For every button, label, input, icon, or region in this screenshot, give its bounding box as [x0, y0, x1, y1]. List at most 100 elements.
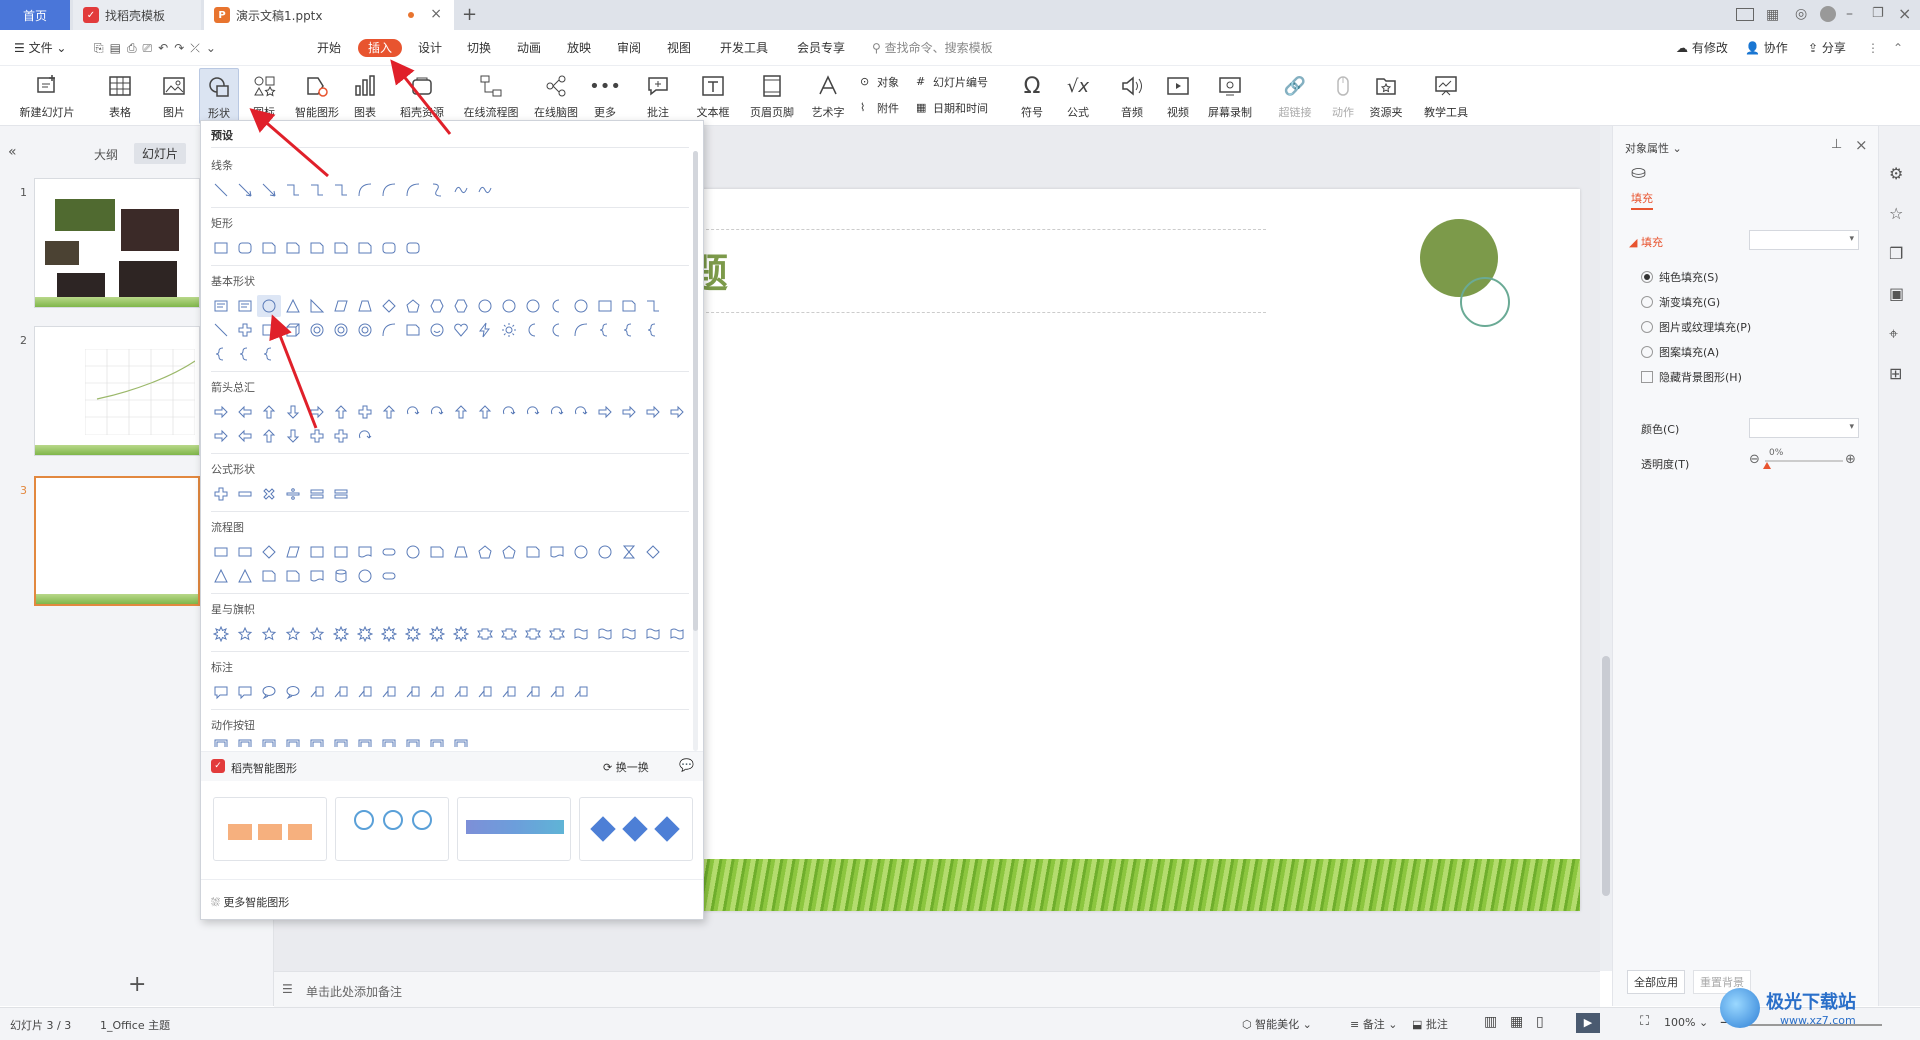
- shape-scribble-icon[interactable]: [449, 179, 473, 201]
- shape-pent-icon[interactable]: [473, 541, 497, 563]
- title-placeholder[interactable]: [686, 229, 1266, 313]
- shape-snip-icon[interactable]: [425, 541, 449, 563]
- shape-snip-icon[interactable]: [305, 237, 329, 259]
- search-box[interactable]: ⚲ 查找命令、搜索模板: [872, 38, 993, 58]
- shape-darrow-icon[interactable]: [281, 401, 305, 423]
- close-panel-icon[interactable]: ×: [1855, 136, 1868, 154]
- shape-rarrow-icon[interactable]: [617, 401, 641, 423]
- image-edit-icon[interactable]: ▣: [1889, 284, 1904, 303]
- shape-ribbon-icon[interactable]: [497, 623, 521, 645]
- audio-button[interactable]: 音频: [1112, 68, 1152, 124]
- shape-cube-icon[interactable]: [281, 319, 305, 341]
- smart-beautify-button[interactable]: ⬡ 智能美化 ⌄: [1242, 1016, 1312, 1032]
- hide-background-checkbox[interactable]: 隐藏背景图形(H): [1641, 369, 1742, 385]
- shape-burst-icon[interactable]: [329, 623, 353, 645]
- shape-uarrow-icon[interactable]: [473, 401, 497, 423]
- shape-oval-icon[interactable]: [521, 295, 545, 317]
- slide-thumbnail-1[interactable]: [34, 178, 200, 308]
- attachment-button[interactable]: ⌇ 附件: [860, 98, 899, 118]
- shape-elbow-icon[interactable]: [305, 179, 329, 201]
- shape-actbtn-icon[interactable]: [209, 735, 233, 747]
- share-button[interactable]: ⇪ 分享: [1808, 38, 1846, 58]
- skin-icon[interactable]: ◎: [1795, 6, 1807, 22]
- color-select[interactable]: ▾: [1749, 418, 1859, 438]
- shape-diamond-icon[interactable]: [257, 541, 281, 563]
- notes-bar[interactable]: ☰ 单击此处添加备注: [274, 971, 1600, 1007]
- slide-thumbnail-3[interactable]: [34, 476, 200, 606]
- reading-view-icon[interactable]: ▯: [1536, 1014, 1544, 1030]
- shape-rarrow-icon[interactable]: [641, 401, 665, 423]
- shape-eq-icon[interactable]: [329, 483, 353, 505]
- shape-rtri-icon[interactable]: [305, 295, 329, 317]
- shape-curve-icon[interactable]: [377, 319, 401, 341]
- collab-button[interactable]: 👤 协作: [1745, 38, 1788, 58]
- shape-flowterm-icon[interactable]: [377, 541, 401, 563]
- picture-button[interactable]: 图片: [154, 68, 194, 124]
- shape-lcall-icon[interactable]: [305, 681, 329, 703]
- header-footer-button[interactable]: 页眉页脚: [746, 68, 798, 124]
- shape-arrowline-icon[interactable]: [257, 179, 281, 201]
- file-menu[interactable]: ☰ 文件 ⌄: [14, 38, 66, 58]
- shape-flowterm-icon[interactable]: [377, 565, 401, 587]
- shape-snip-icon[interactable]: [521, 541, 545, 563]
- shape-larrow-icon[interactable]: [233, 401, 257, 423]
- shape-moon-icon[interactable]: [521, 319, 545, 341]
- shape-larrow-icon[interactable]: [233, 425, 257, 447]
- tab-member[interactable]: 会员专享: [797, 38, 845, 58]
- fit-window-icon[interactable]: ⛶: [1640, 1014, 1649, 1029]
- shape-burst-icon[interactable]: [377, 623, 401, 645]
- shape-oval-icon[interactable]: [569, 295, 593, 317]
- minimize-icon[interactable]: –: [1846, 6, 1853, 22]
- shape-para-icon[interactable]: [281, 541, 305, 563]
- scrollbar-thumb[interactable]: [1602, 656, 1610, 896]
- shape-lcall-icon[interactable]: [545, 681, 569, 703]
- tab-insert[interactable]: 插入: [358, 39, 403, 57]
- popup-scrollbar-thumb[interactable]: [693, 151, 698, 631]
- shape-oval-icon[interactable]: [257, 295, 281, 317]
- shape-oval-icon[interactable]: [497, 295, 521, 317]
- shape-trap-icon[interactable]: [449, 541, 473, 563]
- shape-brace-icon[interactable]: [233, 343, 257, 365]
- has-changes-button[interactable]: ☁ 有修改: [1676, 38, 1728, 58]
- formula-button[interactable]: √x 公式: [1058, 68, 1098, 124]
- shape-burst-icon[interactable]: [209, 623, 233, 645]
- smart-graphic-card-2[interactable]: [335, 797, 449, 861]
- shape-cyl-icon[interactable]: [329, 565, 353, 587]
- shape-minus-icon[interactable]: [233, 483, 257, 505]
- shape-line-icon[interactable]: [209, 179, 233, 201]
- shape-donut-icon[interactable]: [329, 319, 353, 341]
- shape-lcall-icon[interactable]: [497, 681, 521, 703]
- shape-rarrow-icon[interactable]: [209, 401, 233, 423]
- shape-rarrow-icon[interactable]: [305, 401, 329, 423]
- refresh-button[interactable]: ⟳ 换一换: [603, 759, 649, 775]
- sorter-view-icon[interactable]: ▦: [1510, 1014, 1523, 1030]
- shape-rect-icon[interactable]: [209, 237, 233, 259]
- tab-outline[interactable]: 大纲: [94, 146, 118, 163]
- shape-heart-icon[interactable]: [449, 319, 473, 341]
- slide-canvas[interactable]: 题: [686, 189, 1580, 911]
- shape-lcall-icon[interactable]: [521, 681, 545, 703]
- online-mindmap-button[interactable]: 在线脑图: [530, 68, 582, 124]
- shape-donut-icon[interactable]: [305, 319, 329, 341]
- shape-lcall-icon[interactable]: [449, 681, 473, 703]
- shape-oval-icon[interactable]: [569, 541, 593, 563]
- shape-scurve-icon[interactable]: [425, 179, 449, 201]
- collapse-panel-icon[interactable]: «: [8, 144, 17, 160]
- shape-flowdoc-icon[interactable]: [305, 565, 329, 587]
- tab-developer[interactable]: 开发工具: [720, 38, 768, 58]
- shape-wave-icon[interactable]: [665, 623, 689, 645]
- book-icon[interactable]: ⊞: [1889, 364, 1902, 383]
- shape-circarrow-icon[interactable]: [353, 425, 377, 447]
- new-tab-icon[interactable]: +: [462, 4, 477, 25]
- shape-callout-icon[interactable]: [209, 681, 233, 703]
- shape-lcall-icon[interactable]: [401, 681, 425, 703]
- shape-rect-icon[interactable]: [329, 541, 353, 563]
- fill-section-header[interactable]: ◢ 填充: [1629, 234, 1663, 250]
- shape-actbtn-icon[interactable]: [449, 735, 473, 747]
- shape-scribble-icon[interactable]: [473, 179, 497, 201]
- popup-scrollbar[interactable]: [693, 151, 698, 751]
- vertical-scrollbar[interactable]: [1600, 126, 1612, 971]
- shape-ocall-icon[interactable]: [281, 681, 305, 703]
- video-button[interactable]: 视频: [1158, 68, 1198, 124]
- tab-transition[interactable]: 切换: [467, 38, 491, 58]
